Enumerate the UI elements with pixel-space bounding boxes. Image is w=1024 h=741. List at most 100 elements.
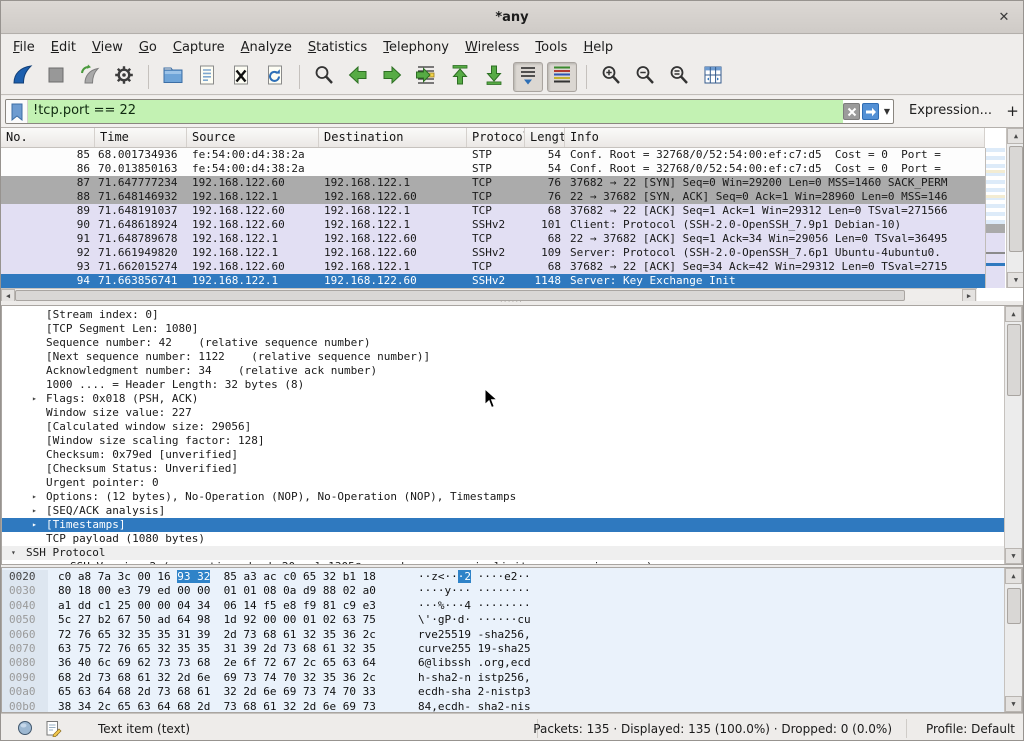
hex-row[interactable]: 0040a1 dd c1 25 00 00 04 34 06 14 f5 e8 …	[2, 599, 1022, 613]
packet-row-91[interactable]: 9171.648789678192.168.122.1192.168.122.6…	[1, 232, 985, 246]
colorize-toggle-button[interactable]	[547, 62, 577, 92]
add-filter-button[interactable]: +	[1004, 99, 1021, 123]
zoom-out-button[interactable]	[630, 62, 660, 92]
filter-apply-button[interactable]	[862, 103, 879, 120]
menu-help[interactable]: Help	[575, 37, 621, 58]
menu-telephony[interactable]: Telephony	[375, 37, 457, 58]
packet-row-94-selected[interactable]: 9471.663856741192.168.122.1192.168.122.6…	[1, 274, 985, 288]
packet-row-89[interactable]: 8971.648191037192.168.122.60192.168.122.…	[1, 204, 985, 218]
scroll-up-icon[interactable]: ▲	[1005, 306, 1022, 322]
hex-row[interactable]: 007063 75 72 76 65 32 35 35 31 39 2d 73 …	[2, 642, 1022, 656]
detail-line[interactable]: [Window size scaling factor: 128]	[2, 434, 1022, 448]
packet-list-minimap[interactable]	[985, 148, 1005, 288]
expert-info-icon[interactable]	[17, 720, 33, 739]
bytes-vscrollbar[interactable]: ▲ ▼	[1004, 568, 1022, 712]
detail-line[interactable]: [TCP Segment Len: 1080]	[2, 322, 1022, 336]
zoom-in-button[interactable]	[596, 62, 626, 92]
expander-icon[interactable]: ▸	[32, 392, 37, 406]
scroll-up-icon[interactable]: ▲	[1005, 568, 1022, 584]
menu-view[interactable]: View	[84, 37, 131, 58]
detail-line-options[interactable]: ▸Options: (12 bytes), No-Operation (NOP)…	[2, 490, 1022, 504]
find-packet-button[interactable]	[309, 62, 339, 92]
filter-input[interactable]: !tcp.port == 22	[28, 100, 843, 123]
column-header-info[interactable]: Info	[565, 128, 985, 147]
go-forward-button[interactable]	[377, 62, 407, 92]
scroll-down-icon[interactable]: ▼	[1007, 272, 1024, 288]
menu-tools[interactable]: Tools	[527, 37, 575, 58]
filter-bookmark-icon[interactable]	[6, 100, 28, 123]
hex-row[interactable]: 008036 40 6c 69 62 73 73 68 2e 6f 72 67 …	[2, 656, 1022, 670]
menu-file[interactable]: File	[5, 37, 43, 58]
expander-icon[interactable]: ▸	[32, 518, 37, 532]
hex-row[interactable]: 003080 18 00 e3 79 ed 00 00 01 01 08 0a …	[2, 584, 1022, 598]
detail-line[interactable]: Checksum: 0x79ed [unverified]	[2, 448, 1022, 462]
menu-edit[interactable]: Edit	[43, 37, 84, 58]
zoom-original-button[interactable]	[664, 62, 694, 92]
packet-row-86[interactable]: 8670.013850163fe:54:00:d4:38:2aSTP54Conf…	[1, 162, 985, 176]
column-header-destination[interactable]: Destination	[319, 128, 467, 147]
packet-row-85[interactable]: 8568.001734936fe:54:00:d4:38:2aSTP54Conf…	[1, 148, 985, 162]
profile-text[interactable]: Profile: Default	[926, 722, 1015, 736]
scroll-thumb[interactable]	[1009, 146, 1023, 252]
packet-list-vscrollbar[interactable]: ▲ ▼	[1006, 128, 1024, 288]
detail-line[interactable]: [Stream index: 0]	[2, 308, 1022, 322]
scroll-down-icon[interactable]: ▼	[1005, 548, 1022, 564]
detail-line-flags[interactable]: ▸Flags: 0x018 (PSH, ACK)	[2, 392, 1022, 406]
detail-line[interactable]: 1000 .... = Header Length: 32 bytes (8)	[2, 378, 1022, 392]
detail-line[interactable]: [Calculated window size: 29056]	[2, 420, 1022, 434]
display-filter-field[interactable]: !tcp.port == 22 ▼	[5, 99, 894, 124]
go-to-top-button[interactable]	[445, 62, 475, 92]
resize-columns-button[interactable]	[698, 62, 728, 92]
detail-line[interactable]: Acknowledgment number: 34 (relative ack …	[2, 364, 1022, 378]
filter-history-dropdown[interactable]: ▼	[881, 100, 893, 123]
save-file-button[interactable]	[192, 62, 222, 92]
detail-line[interactable]: Window size value: 227	[2, 406, 1022, 420]
packet-row-92[interactable]: 9271.661949820192.168.122.1192.168.122.6…	[1, 246, 985, 260]
stop-capture-button[interactable]	[41, 62, 71, 92]
packet-row-88[interactable]: 8871.648146932192.168.122.1192.168.122.6…	[1, 190, 985, 204]
reload-file-button[interactable]	[260, 62, 290, 92]
scroll-thumb[interactable]	[1007, 588, 1021, 624]
menu-go[interactable]: Go	[131, 37, 165, 58]
expander-icon[interactable]: ▸	[55, 560, 60, 565]
menu-statistics[interactable]: Statistics	[300, 37, 375, 58]
packet-row-87[interactable]: 8771.647777234192.168.122.60192.168.122.…	[1, 176, 985, 190]
packet-list-hscrollbar[interactable]: ◀ ▶	[1, 288, 977, 302]
hex-row[interactable]: 006072 76 65 32 35 35 31 39 2d 73 68 61 …	[2, 628, 1022, 642]
start-capture-button[interactable]	[7, 62, 37, 92]
go-to-bottom-button[interactable]	[479, 62, 509, 92]
detail-line[interactable]: [Next sequence number: 1122 (relative se…	[2, 350, 1022, 364]
column-header-protocol[interactable]: Protocol	[467, 128, 525, 147]
filter-clear-button[interactable]	[843, 103, 860, 120]
close-window-button[interactable]: ✕	[995, 9, 1013, 27]
column-header-source[interactable]: Source	[187, 128, 319, 147]
expression-button[interactable]: Expression...	[909, 103, 992, 118]
detail-line[interactable]: Urgent pointer: 0	[2, 476, 1022, 490]
details-vscrollbar[interactable]: ▲ ▼	[1004, 306, 1022, 564]
close-file-button[interactable]	[226, 62, 256, 92]
expander-icon[interactable]: ▸	[32, 504, 37, 518]
detail-line-ssh-protocol[interactable]: ▾SSH Protocol	[2, 546, 1007, 560]
open-file-button[interactable]	[158, 62, 188, 92]
detail-line-tcp-payload[interactable]: TCP payload (1080 bytes)	[2, 532, 1022, 546]
column-header-no[interactable]: No.	[1, 128, 95, 147]
capture-options-button[interactable]	[109, 62, 139, 92]
auto-scroll-toggle-button[interactable]	[513, 62, 543, 92]
menu-analyze[interactable]: Analyze	[233, 37, 300, 58]
scroll-down-icon[interactable]: ▼	[1005, 696, 1022, 712]
column-header-length[interactable]: Length	[525, 128, 565, 147]
hex-row[interactable]: 00b038 34 2c 65 63 64 68 2d 73 68 61 32 …	[2, 700, 1022, 713]
column-header-time[interactable]: Time	[95, 128, 187, 147]
hex-row[interactable]: 00a065 63 64 68 2d 73 68 61 32 2d 6e 69 …	[2, 685, 1022, 699]
packet-row-93[interactable]: 9371.662015274192.168.122.60192.168.122.…	[1, 260, 985, 274]
detail-line[interactable]: [Checksum Status: Unverified]	[2, 462, 1022, 476]
scroll-thumb[interactable]	[1007, 324, 1021, 396]
hex-row[interactable]: 0020 c0 a8 7a 3c 00 16 93 32 85 a3 ac c0…	[2, 570, 1022, 584]
menu-wireless[interactable]: Wireless	[457, 37, 527, 58]
hex-row[interactable]: 00505c 27 b2 67 50 ad 64 98 1d 92 00 00 …	[2, 613, 1022, 627]
capture-comment-icon[interactable]	[45, 720, 62, 740]
menu-capture[interactable]: Capture	[165, 37, 233, 58]
expander-icon[interactable]: ▸	[32, 490, 37, 504]
scroll-up-icon[interactable]: ▲	[1007, 128, 1024, 144]
detail-line-seq-ack[interactable]: ▸[SEQ/ACK analysis]	[2, 504, 1022, 518]
